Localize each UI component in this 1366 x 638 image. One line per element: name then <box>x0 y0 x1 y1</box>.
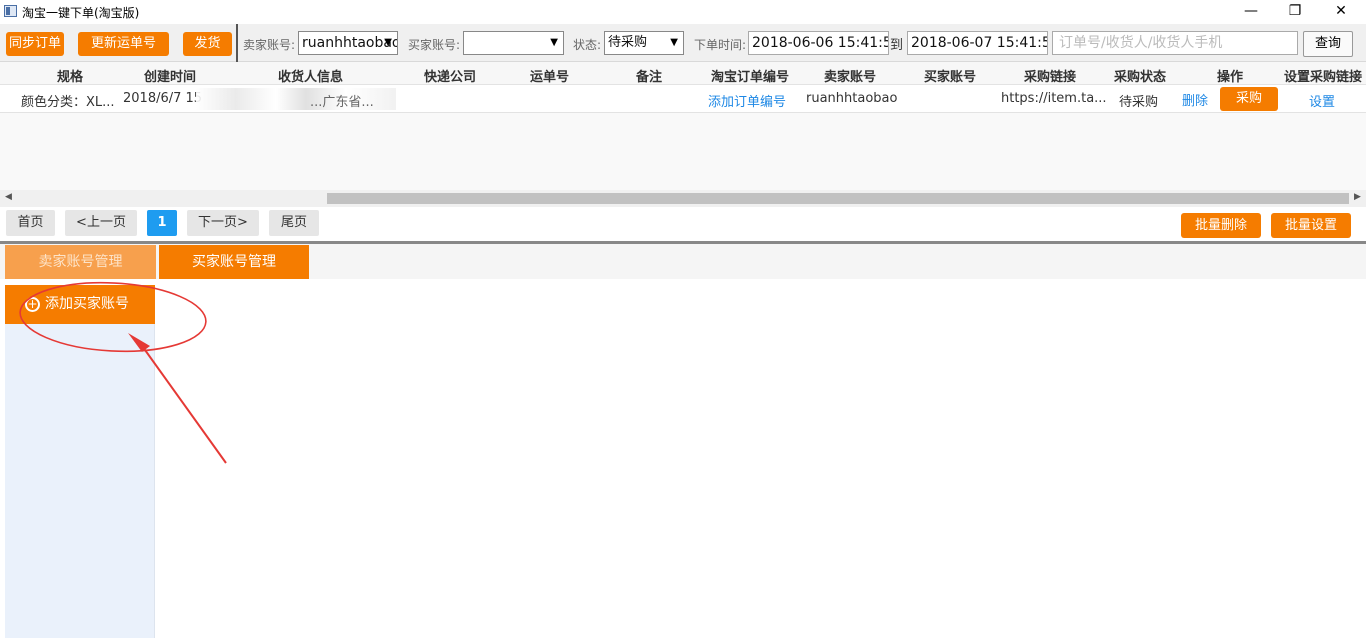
table-row[interactable]: 颜色分类：XL... 2018/6/7 15 ...广东省... 添加订单编号 … <box>0 85 1366 113</box>
batch-delete-button[interactable]: 批量删除 <box>1181 213 1261 238</box>
page-number-button[interactable]: 1 <box>147 210 177 236</box>
dropdown-arrow-icon: ▼ <box>550 37 558 48</box>
purchase-button[interactable]: 采购 <box>1220 87 1278 111</box>
seller-account-label: 卖家账号: <box>243 38 296 52</box>
plus-circle-icon: + <box>25 297 40 312</box>
next-page-button[interactable]: 下一页> <box>187 210 259 236</box>
sync-orders-button[interactable]: 同步订单 <box>6 32 64 56</box>
status-select[interactable]: 待采购 ▼ <box>604 31 684 55</box>
column-header[interactable]: 收货人信息 <box>278 66 343 85</box>
dropdown-arrow-icon: ▼ <box>670 37 678 48</box>
close-button[interactable]: ✕ <box>1318 0 1364 24</box>
set-link[interactable]: 设置 <box>1309 91 1335 110</box>
scroll-right-icon[interactable]: ▶ <box>1354 192 1361 202</box>
restore-button[interactable]: ❐ <box>1272 0 1318 24</box>
buyer-account-label: 买家账号: <box>408 38 461 52</box>
cell-seller-account: ruanhhtaobao <box>806 91 898 106</box>
column-header[interactable]: 淘宝订单编号 <box>711 66 789 85</box>
pagination-bar: 首页 <上一页 1 下一页> 尾页 批量删除 批量设置 <box>0 207 1366 242</box>
time-to-input[interactable]: 2018-06-07 15:41:57 <box>907 31 1048 55</box>
toolbar: 同步订单 更新运单号 发货 卖家账号: ruanhhtaobao ▼ 买家账号:… <box>0 24 1366 62</box>
window-titlebar: 淘宝一键下单(淘宝版) — ❐ ✕ <box>0 0 1366 24</box>
buyer-account-sidebar: + 添加买家账号 <box>5 285 155 638</box>
cell-purchase-link[interactable]: https://item.ta... <box>1001 91 1107 106</box>
column-header[interactable]: 买家账号 <box>924 66 976 85</box>
order-time-label: 下单时间: <box>694 38 747 52</box>
add-buyer-account-button[interactable]: + 添加买家账号 <box>5 285 155 324</box>
tab-buyer-account-management[interactable]: 买家账号管理 <box>159 245 309 279</box>
toolbar-divider <box>236 24 238 62</box>
dropdown-arrow-icon: ▼ <box>384 37 392 48</box>
table-header: 规格 创建时间 收货人信息 快递公司 运单号 备注 淘宝订单编号 卖家账号 买家… <box>0 62 1366 85</box>
update-waybill-button[interactable]: 更新运单号 <box>78 32 169 56</box>
status-label: 状态: <box>573 38 602 52</box>
time-range-to-label: 到 <box>890 38 904 53</box>
column-header[interactable]: 操作 <box>1217 66 1243 85</box>
column-header[interactable]: 采购链接 <box>1024 66 1076 85</box>
add-order-number-link[interactable]: 添加订单编号 <box>708 91 786 110</box>
column-header[interactable]: 创建时间 <box>144 66 196 85</box>
cell-purchase-status: 待采购 <box>1119 95 1159 110</box>
horizontal-scrollbar[interactable]: ◀ ▶ <box>0 190 1366 207</box>
last-page-button[interactable]: 尾页 <box>269 210 319 236</box>
add-buyer-account-label: 添加买家账号 <box>45 296 129 312</box>
column-header[interactable]: 备注 <box>636 66 662 85</box>
column-header[interactable]: 规格 <box>57 66 83 85</box>
seller-account-select[interactable]: ruanhhtaobao ▼ <box>298 31 398 55</box>
tab-seller-account-management[interactable]: 卖家账号管理 <box>5 245 156 279</box>
cell-receiver: ...广东省... <box>310 95 374 110</box>
first-page-button[interactable]: 首页 <box>6 210 55 236</box>
buyer-account-select[interactable]: ▼ <box>463 31 564 55</box>
column-header[interactable]: 设置采购链接 <box>1284 66 1362 85</box>
query-button[interactable]: 查询 <box>1303 31 1353 57</box>
account-tabs: 卖家账号管理 买家账号管理 <box>0 244 1366 279</box>
prev-page-button[interactable]: <上一页 <box>65 210 137 236</box>
cell-created-time: 2018/6/7 15 <box>123 91 203 106</box>
window-title: 淘宝一键下单(淘宝版) <box>22 6 140 20</box>
search-input[interactable]: 订单号/收货人/收货人手机 <box>1052 31 1298 55</box>
column-header[interactable]: 采购状态 <box>1114 66 1166 85</box>
status-value: 待采购 <box>608 35 648 50</box>
app-icon <box>4 5 17 17</box>
scroll-left-icon[interactable]: ◀ <box>5 192 12 202</box>
column-header[interactable]: 快递公司 <box>424 66 476 85</box>
column-header[interactable]: 运单号 <box>530 66 569 85</box>
delete-link[interactable]: 删除 <box>1182 90 1208 109</box>
batch-set-button[interactable]: 批量设置 <box>1271 213 1351 238</box>
column-header[interactable]: 卖家账号 <box>824 66 876 85</box>
minimize-button[interactable]: — <box>1228 0 1274 24</box>
cell-spec: 颜色分类：XL... <box>21 95 115 110</box>
time-from-input[interactable]: 2018-06-06 15:41:57 <box>748 31 889 55</box>
scrollbar-thumb[interactable] <box>327 193 1349 204</box>
table-body: 颜色分类：XL... 2018/6/7 15 ...广东省... 添加订单编号 … <box>0 85 1366 190</box>
ship-button[interactable]: 发货 <box>183 32 232 56</box>
